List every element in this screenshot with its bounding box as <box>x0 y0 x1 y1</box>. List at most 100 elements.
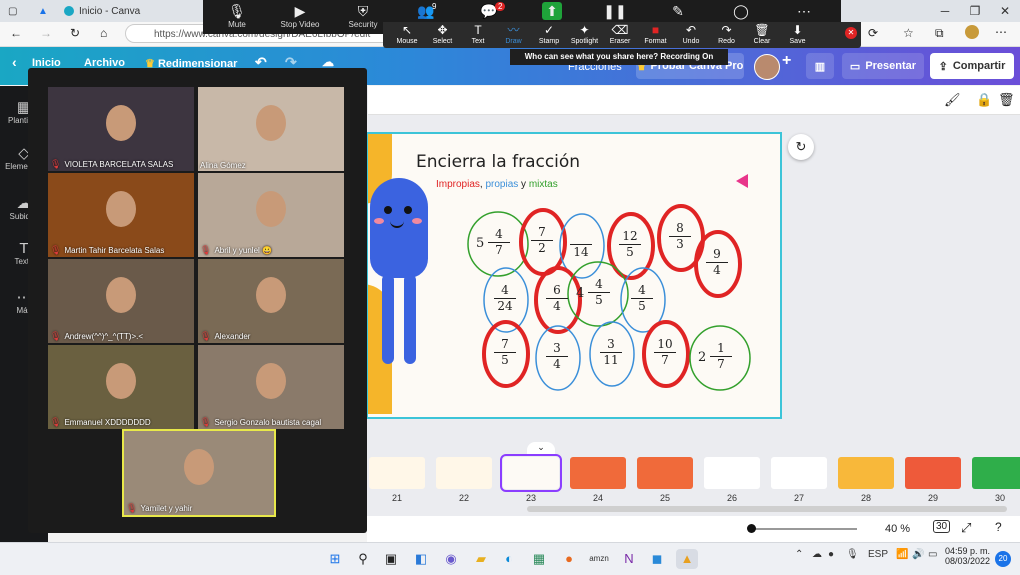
wifi-icon[interactable]: 📶 <box>896 549 908 560</box>
back-icon[interactable]: ← <box>10 26 22 40</box>
battery-icon[interactable]: ▭ <box>928 549 937 560</box>
zoom-app-icon[interactable]: ◼ <box>646 549 668 569</box>
page-thumbnail[interactable] <box>905 457 961 489</box>
close-annotation-icon[interactable]: ✕ <box>845 27 857 39</box>
tab-canva[interactable]: Inicio - Canva <box>64 2 140 20</box>
annotate-spotlight-button[interactable]: ✦ Spotlight <box>567 23 603 45</box>
page-thumbnail[interactable] <box>704 457 760 489</box>
extension-icon[interactable]: ⟳ <box>868 26 878 40</box>
widgets-icon[interactable]: ◧ <box>410 549 432 569</box>
favorites-icon[interactable]: ☆ <box>903 26 914 40</box>
participant-tile[interactable]: 🎙 VIOLETA BARCELATA SALAS <box>48 87 194 171</box>
notification-badge[interactable]: 20 <box>995 551 1011 567</box>
lock-icon[interactable]: 🔒 <box>976 92 992 108</box>
slide-canvas[interactable]: Encierra la fracción Impropias, propias … <box>366 132 782 419</box>
page-thumbnail[interactable] <box>972 457 1020 489</box>
participant-tile[interactable]: 🎙 Andrew(^^)^_^(TT)>.< <box>48 259 194 343</box>
maximize-button[interactable]: ❐ <box>960 2 990 20</box>
cloud-icon[interactable]: ☁ <box>322 55 334 69</box>
participant-tile[interactable]: 🎙 Abril y yunlel 😀 <box>198 173 344 257</box>
annotate-mouse-button[interactable]: ↖ Mouse <box>389 23 425 45</box>
firefox-icon[interactable]: ● <box>558 549 580 569</box>
annotate-draw-button[interactable]: 〰 Draw <box>496 23 532 45</box>
collapse-chevron-icon[interactable]: ⌄ <box>527 442 555 456</box>
tray-chevron-icon[interactable]: ⌃ <box>795 549 803 560</box>
microphone-icon[interactable]: 🎙 <box>846 549 859 560</box>
trash-icon[interactable]: 🗑 <box>998 92 1015 108</box>
chat-button[interactable]: 💬 2 <box>461 2 517 20</box>
task-view-icon[interactable]: ▣ <box>380 549 402 569</box>
forward-icon[interactable]: → <box>40 26 52 40</box>
paint-roller-icon[interactable]: 🖌 <box>944 92 961 108</box>
rotate-icon[interactable]: ↻ <box>788 134 814 160</box>
more-button[interactable]: ⋯ <box>776 2 832 20</box>
participants-button[interactable]: 👥 9 <box>398 2 454 20</box>
search-icon[interactable]: ⚲ <box>352 549 374 569</box>
close-button[interactable]: ✕ <box>990 2 1020 20</box>
annotate-save-button[interactable]: ⬇ Save <box>780 23 816 45</box>
filmstrip-scrollbar[interactable] <box>527 506 1007 512</box>
page-thumbnail[interactable] <box>570 457 626 489</box>
add-member-icon[interactable]: + <box>782 52 791 70</box>
annotate-button[interactable]: ✎ <box>650 2 706 20</box>
participant-tile[interactable]: 🎙 Emmanuel XDDDDDDD <box>48 345 194 429</box>
onedrive-icon[interactable]: ☁ <box>812 549 822 560</box>
amazon-icon[interactable]: amzn <box>588 549 610 569</box>
page-thumbnail[interactable] <box>838 457 894 489</box>
share-button[interactable]: ⇪ Compartir <box>930 53 1014 79</box>
mic-tray-icon[interactable]: ● <box>828 549 834 560</box>
tab-actions-icon[interactable]: ▢ <box>8 2 17 20</box>
fullscreen-icon[interactable]: ⤢ <box>961 520 971 536</box>
pause-button[interactable]: ❚❚ <box>587 2 643 20</box>
onenote-icon[interactable]: N <box>618 549 640 569</box>
annotate-clear-button[interactable]: 🗑 Clear <box>744 23 780 45</box>
zoom-slider-handle[interactable] <box>747 524 756 533</box>
page-thumbnail[interactable] <box>436 457 492 489</box>
drive-tab-icon[interactable]: ▲ <box>38 2 48 20</box>
page-thumbnail[interactable] <box>369 457 425 489</box>
volume-icon[interactable]: 🔊 <box>912 549 924 560</box>
remote-button[interactable]: ◯ <box>713 2 769 20</box>
annotate-format-button[interactable]: ■ Format <box>638 23 674 45</box>
file-explorer-icon[interactable]: ▰ <box>470 549 492 569</box>
present-button[interactable]: ▭ Presentar <box>842 53 924 79</box>
participant-tile[interactable]: 🎙 Alexander <box>198 259 344 343</box>
page-thumbnail[interactable] <box>500 454 562 492</box>
annotate-undo-button[interactable]: ↶ Undo <box>673 23 709 45</box>
teams-chat-icon[interactable]: ◉ <box>440 549 462 569</box>
annotate-text-button[interactable]: T Text <box>460 23 496 45</box>
help-icon[interactable]: ? <box>995 520 1002 534</box>
store-icon[interactable]: ▦ <box>528 549 550 569</box>
page-thumbnail[interactable] <box>771 457 827 489</box>
clock[interactable]: 04:59 p. m. 08/03/2022 <box>944 546 990 566</box>
active-app-icon[interactable]: ▲ <box>676 549 698 569</box>
participant-tile[interactable]: 🎙 Yamilet y yahir <box>122 429 276 517</box>
browser-menu-icon[interactable]: ⋯ <box>995 25 1007 39</box>
participant-tile[interactable]: 🎙 Sergio Gonzalo bautista cagal <box>198 345 344 429</box>
zoom-level[interactable]: 40 % <box>885 523 910 535</box>
share-button[interactable]: ⬆ <box>524 2 580 20</box>
user-avatar[interactable] <box>754 54 780 80</box>
annotate-redo-button[interactable]: ↷ Redo <box>709 23 745 45</box>
video-button[interactable]: ▶ Stop Video <box>272 2 328 29</box>
minimize-button[interactable]: ─ <box>930 2 960 20</box>
page-count[interactable]: 30 <box>933 520 951 533</box>
page-thumbnail[interactable] <box>637 457 693 489</box>
participant-name: 🎙 Alexander <box>200 331 251 341</box>
profile-avatar[interactable] <box>965 25 979 39</box>
edge-icon[interactable]: ◐ <box>498 549 520 569</box>
language-indicator[interactable]: ESP <box>868 549 888 560</box>
analytics-icon[interactable]: ▥ <box>806 53 834 79</box>
home-icon[interactable]: ⌂ <box>100 26 107 40</box>
participant-tile[interactable]: 🎙 Martin Tahir Barcelata Salas <box>48 173 194 257</box>
participant-tile[interactable]: Alina Gómez <box>198 87 344 171</box>
start-icon[interactable]: ⊞ <box>324 549 346 569</box>
annotate-select-button[interactable]: ✥ Select <box>425 23 461 45</box>
collections-icon[interactable]: ⧉ <box>935 26 944 41</box>
mic-button[interactable]: 🎙 Mute <box>209 2 265 29</box>
annotate-stamp-button[interactable]: ✓ Stamp <box>531 23 567 45</box>
annotate-eraser-button[interactable]: ⌫ Eraser <box>602 23 638 45</box>
zoom-slider[interactable] <box>751 528 857 530</box>
back-chevron-icon[interactable]: ‹ <box>12 54 17 70</box>
refresh-icon[interactable]: ↻ <box>70 26 80 40</box>
